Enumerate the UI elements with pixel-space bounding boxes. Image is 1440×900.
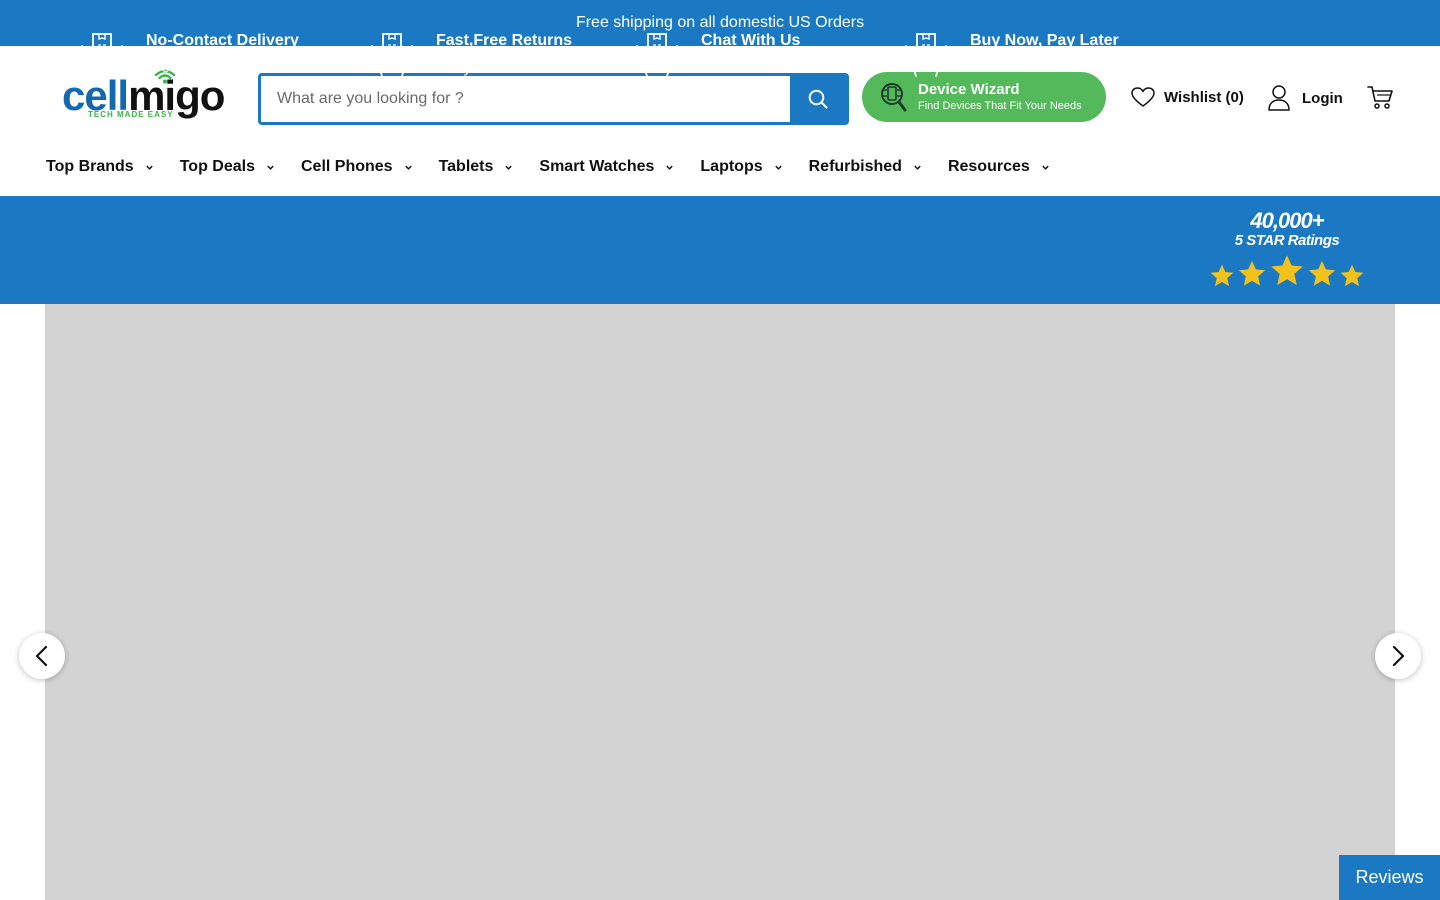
feature-subtitle: Easy automated returns <box>436 59 606 76</box>
star-icon <box>1210 264 1234 287</box>
nav-label: Smart Watches <box>539 158 655 175</box>
wizard-title: Device Wizard <box>918 81 1020 98</box>
star-icon <box>1340 264 1364 287</box>
feature-buy-now-pay-later: Buy Now, Pay Later Finance interest-free… <box>902 28 1160 82</box>
nav-label: Tablets <box>438 158 494 175</box>
search-button[interactable] <box>790 76 846 122</box>
nav-tablets[interactable]: Tablets <box>439 158 514 176</box>
user-icon <box>1268 85 1290 111</box>
chevron-down-icon <box>267 165 274 170</box>
ratings-badge: 40,000+ 5 STAR Ratings <box>1206 210 1368 289</box>
chevron-down-icon <box>774 165 782 170</box>
wishlist-link[interactable]: Wishlist (0) <box>1130 85 1244 109</box>
main-nav: Top Brands Top Deals Cell Phones Tablets… <box>0 150 1440 184</box>
nav-label: Refurbished <box>808 158 902 175</box>
feature-subtitle: Free Shipping on US Orders <box>146 59 348 76</box>
chevron-right-icon <box>1392 645 1405 667</box>
nav-label: Cell Phones <box>300 158 393 175</box>
heart-icon <box>1131 87 1155 107</box>
nav-refurbished[interactable]: Refurbished <box>809 158 922 176</box>
feature-no-contact-delivery: No-Contact Delivery Free Shipping on US … <box>78 28 348 82</box>
slider-prev-button[interactable] <box>19 633 65 679</box>
star-icon <box>1238 260 1266 286</box>
hands-box-icon <box>636 33 678 77</box>
wishlist-label: Wishlist (0) <box>1164 88 1244 106</box>
logo-tagline: TECH MADE EASY <box>88 110 174 119</box>
ratings-label: 5 STAR Ratings <box>1234 232 1340 249</box>
nav-resources[interactable]: Resources <box>948 158 1050 176</box>
chevron-down-icon <box>666 165 674 170</box>
chevron-down-icon <box>914 165 921 170</box>
reviews-tab[interactable]: Reviews <box>1339 855 1440 900</box>
nav-smart-watches[interactable]: Smart Watches <box>539 158 674 176</box>
hands-box-icon <box>81 33 123 77</box>
search-icon <box>808 89 828 109</box>
feature-title: Fast,Free Returns <box>436 32 573 49</box>
chevron-down-icon <box>404 165 412 170</box>
ratings-stars <box>1206 253 1368 289</box>
hands-box-icon <box>371 33 413 77</box>
chevron-left-icon <box>35 645 48 667</box>
nav-label: Top Brands <box>46 158 134 175</box>
nav-top-deals[interactable]: Top Deals <box>180 158 275 176</box>
chevron-down-icon <box>1042 165 1049 170</box>
feature-title: No-Contact Delivery <box>146 32 299 49</box>
cart-icon <box>1367 86 1393 109</box>
feature-subtitle: Finance interest-free today <box>970 59 1161 76</box>
nav-label: Top Deals <box>179 158 255 175</box>
cart-button[interactable] <box>1366 84 1394 115</box>
hands-box-icon <box>905 33 947 77</box>
nav-top-brands[interactable]: Top Brands <box>46 158 154 176</box>
wizard-subtitle: Find Devices That Fit Your Needs <box>918 100 1082 112</box>
ratings-count: 40,000+ <box>1250 208 1324 233</box>
login-label: Login <box>1302 89 1343 107</box>
feature-subtitle: Talk to our team via chat <box>701 59 875 76</box>
nav-label: Resources <box>947 158 1030 175</box>
wizard-magnifier-icon <box>881 83 907 112</box>
search-input[interactable] <box>261 76 790 122</box>
feature-title: Chat With Us <box>701 32 801 49</box>
slider-next-button[interactable] <box>1375 633 1421 679</box>
star-icon <box>1308 260 1336 286</box>
feature-title: Buy Now, Pay Later <box>970 32 1119 49</box>
feature-free-returns: Fast,Free Returns Easy automated returns <box>368 28 606 82</box>
star-icon <box>1271 255 1303 285</box>
feature-chat-with-us: Chat With Us Talk to our team via chat <box>633 28 874 82</box>
chevron-down-icon <box>505 165 513 170</box>
login-link[interactable]: Login <box>1266 84 1343 112</box>
nav-label: Laptops <box>700 158 763 175</box>
nav-laptops[interactable]: Laptops <box>700 158 782 176</box>
hero-slider[interactable] <box>45 304 1395 900</box>
nav-cell-phones[interactable]: Cell Phones <box>301 158 413 176</box>
chevron-down-icon <box>145 165 153 170</box>
